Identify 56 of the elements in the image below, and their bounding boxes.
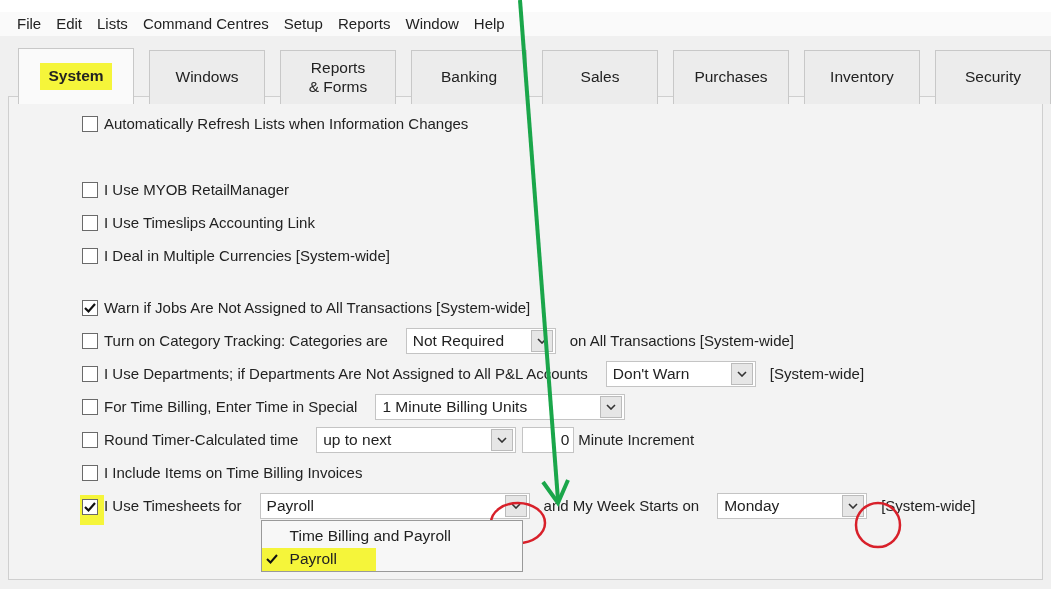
option-label: I Use Timeslips Accounting Link [104, 214, 315, 231]
caret-icon [606, 403, 617, 410]
option-label: Turn on Category Tracking: Categories are [104, 332, 388, 349]
menu-item[interactable]: Setup [283, 15, 323, 32]
check-icon [265, 552, 278, 565]
option-label: For Time Billing, Enter Time in Special [104, 398, 358, 415]
dropdown[interactable]: up to next [316, 426, 517, 453]
checkbox[interactable] [82, 464, 98, 481]
option-label: I Include Items on Time Billing Invoices [104, 464, 363, 481]
caret-icon [736, 370, 747, 377]
option-label: Minute Increment [578, 431, 695, 448]
menu-item[interactable]: Command Centres [142, 15, 269, 32]
checkbox[interactable] [82, 181, 98, 198]
tab[interactable]: Inventory [804, 50, 920, 104]
option-label: I Deal in Multiple Currencies [System-wide] [104, 247, 390, 264]
tab[interactable]: Purchases [673, 50, 789, 104]
tab[interactable]: Banking [411, 50, 527, 104]
checkbox[interactable] [82, 498, 98, 515]
number-field[interactable]: 0 [522, 426, 575, 453]
option-label: Automatically Refresh Lists when Information Changes [104, 115, 469, 132]
option-label: Round Timer-Calculated time [104, 431, 299, 448]
option-label: and My Week Starts on [543, 497, 700, 514]
option-label: Warn if Jobs Are Not Assigned to All Transactions [System-wide] [104, 299, 531, 316]
menu-item[interactable]: Edit [56, 15, 83, 32]
checkbox[interactable] [82, 332, 98, 349]
checkbox[interactable] [82, 431, 98, 448]
tab[interactable]: Security [935, 50, 1051, 104]
option-label: on All Transactions [System-wide] [569, 332, 794, 349]
menu-item[interactable]: Help [473, 15, 505, 32]
menu-item[interactable]: File [17, 15, 42, 32]
dropdown[interactable]: 1 Minute Billing Units [375, 393, 626, 420]
checkbox[interactable] [82, 115, 98, 132]
caret-icon [848, 502, 859, 509]
dropdown-option[interactable]: Payroll [261, 547, 376, 571]
tab[interactable]: System [18, 48, 134, 104]
caret-icon [497, 436, 508, 443]
tab[interactable]: Windows [149, 50, 265, 104]
checkbox[interactable] [82, 365, 98, 382]
caret-icon [536, 337, 547, 344]
checkbox[interactable] [82, 247, 98, 264]
option-label: I Use Timesheets for [104, 497, 242, 514]
option-label: [System-wide] [769, 365, 865, 382]
tab[interactable]: Reports & Forms [280, 50, 396, 104]
checkbox[interactable] [82, 214, 98, 231]
menu-item[interactable]: Lists [97, 15, 128, 32]
tab[interactable]: Sales [542, 50, 658, 104]
menu-item[interactable]: Window [405, 15, 459, 32]
option-label: I Use MYOB RetailManager [104, 181, 290, 198]
dropdown[interactable]: Don't Warn [605, 360, 756, 387]
menu-item[interactable]: Reports [337, 15, 391, 32]
dropdown-option[interactable]: Time Billing and Payroll [261, 524, 522, 548]
dropdown[interactable]: Monday [717, 492, 868, 519]
caret-icon [510, 502, 521, 509]
checkbox[interactable] [82, 299, 98, 316]
checkbox[interactable] [82, 398, 98, 415]
dropdown[interactable]: Not Required [405, 327, 556, 354]
